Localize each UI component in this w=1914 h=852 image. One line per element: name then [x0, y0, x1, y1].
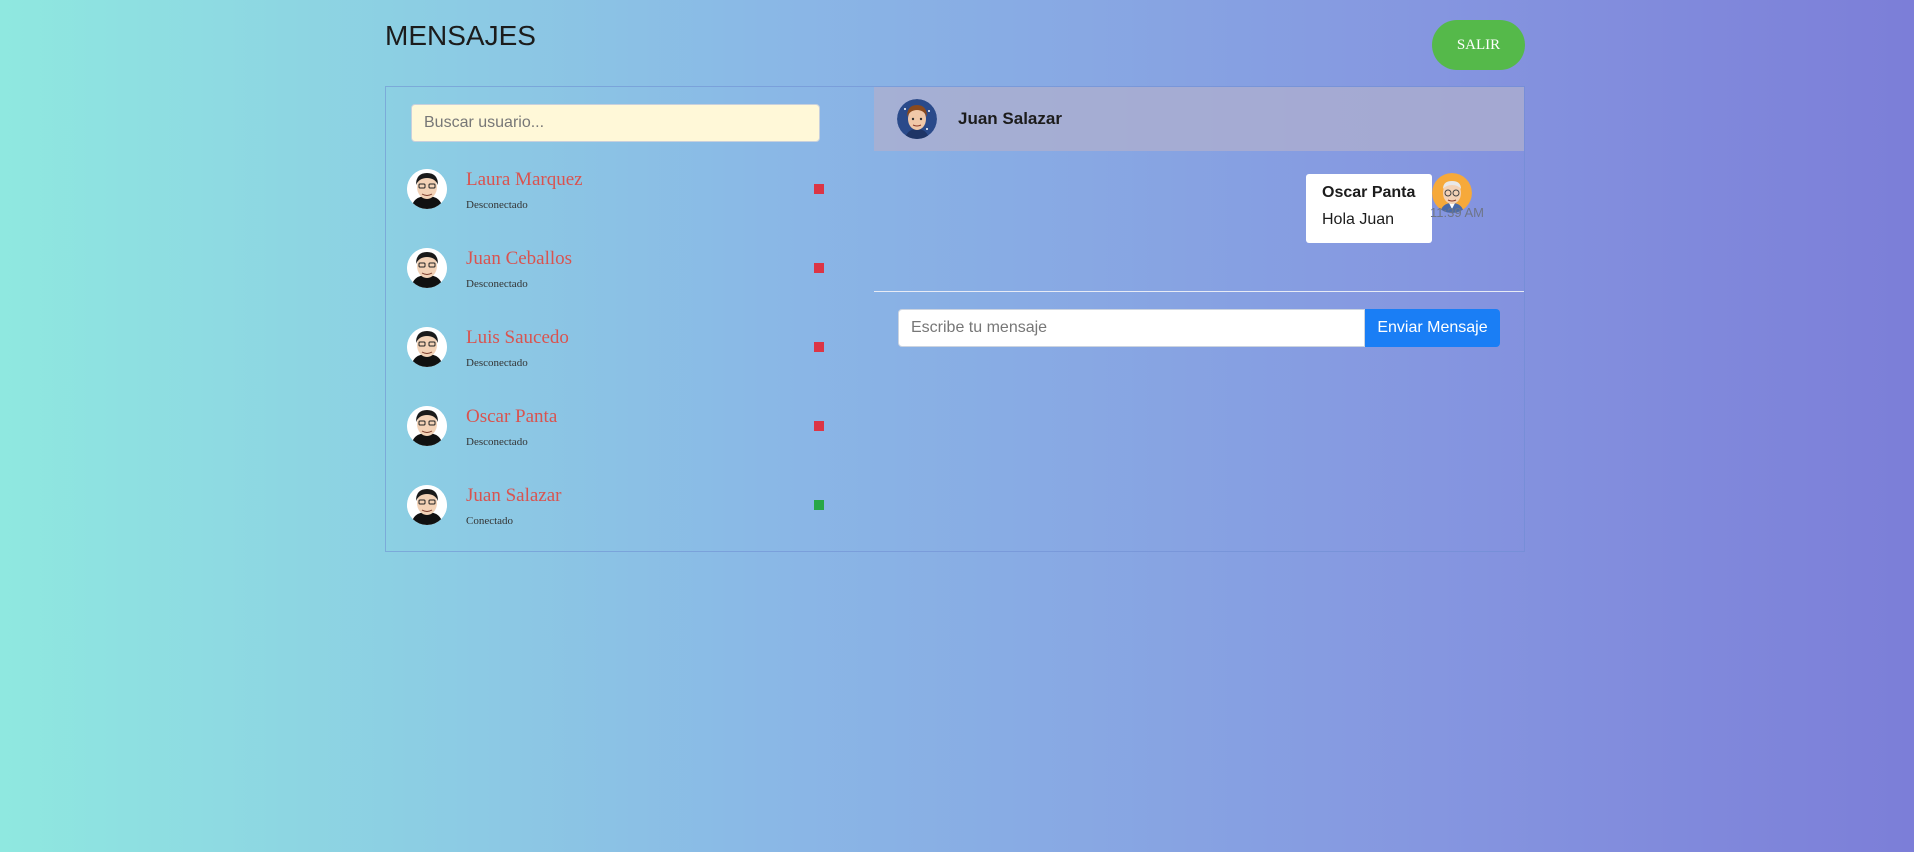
compose-row: Enviar Mensaje [898, 309, 1500, 347]
user-status: Conectado [466, 515, 514, 527]
offline-status-indicator [814, 184, 824, 194]
contact-avatar-icon [897, 99, 937, 139]
page-title: MENSAJES [385, 20, 536, 51]
contact-name: Juan Salazar [958, 109, 1062, 128]
conversation-header: Juan Salazar [874, 87, 1524, 151]
user-avatar-icon [407, 327, 447, 367]
user-name: Juan Ceballos [466, 248, 573, 269]
user-avatar-icon [407, 406, 447, 446]
user-status: Desconectado [466, 278, 528, 290]
user-status: Desconectado [466, 436, 528, 448]
chat-panel: Laura Marquez Desconectado Ju [385, 86, 1525, 552]
user-avatar-icon [407, 248, 447, 288]
message-bubble: Oscar Panta Hola Juan [1306, 174, 1432, 243]
user-avatar-icon [407, 169, 447, 209]
online-status-indicator [814, 500, 824, 510]
offline-status-indicator [814, 421, 824, 431]
user-item-juan-ceballos[interactable]: Juan Ceballos Desconectado [386, 236, 874, 315]
user-list-pane: Laura Marquez Desconectado Ju [386, 87, 874, 551]
message-area: Oscar Panta Hola Juan 11:39 AM [874, 151, 1524, 292]
user-item-juan-salazar[interactable]: Juan Salazar Conectado [386, 473, 874, 552]
conversation-pane: Juan Salazar Oscar Panta Hola Juan 11:39… [874, 87, 1524, 551]
user-name: Luis Saucedo [466, 327, 569, 348]
user-item-luis-saucedo[interactable]: Luis Saucedo Desconectado [386, 315, 874, 394]
user-status: Desconectado [466, 199, 528, 211]
send-message-button[interactable]: Enviar Mensaje [1365, 309, 1500, 347]
logout-button[interactable]: SALIR [1432, 20, 1525, 70]
user-item-oscar-panta[interactable]: Oscar Panta Desconectado [386, 394, 874, 473]
message-text: Hola Juan [1322, 211, 1395, 228]
message-sender: Oscar Panta [1322, 184, 1416, 201]
user-list: Laura Marquez Desconectado Juan Ceballos… [386, 157, 874, 552]
user-avatar-icon [407, 485, 447, 525]
message-input[interactable] [898, 309, 1365, 347]
search-input[interactable] [411, 104, 820, 142]
user-status: Desconectado [466, 357, 528, 369]
user-name: Laura Marquez [466, 169, 583, 190]
user-name: Juan Salazar [466, 485, 562, 506]
user-item-laura-marquez[interactable]: Laura Marquez Desconectado [386, 157, 874, 236]
user-name: Oscar Panta [466, 406, 558, 427]
offline-status-indicator [814, 342, 824, 352]
message-time: 11:39 AM [1430, 205, 1484, 220]
offline-status-indicator [814, 263, 824, 273]
